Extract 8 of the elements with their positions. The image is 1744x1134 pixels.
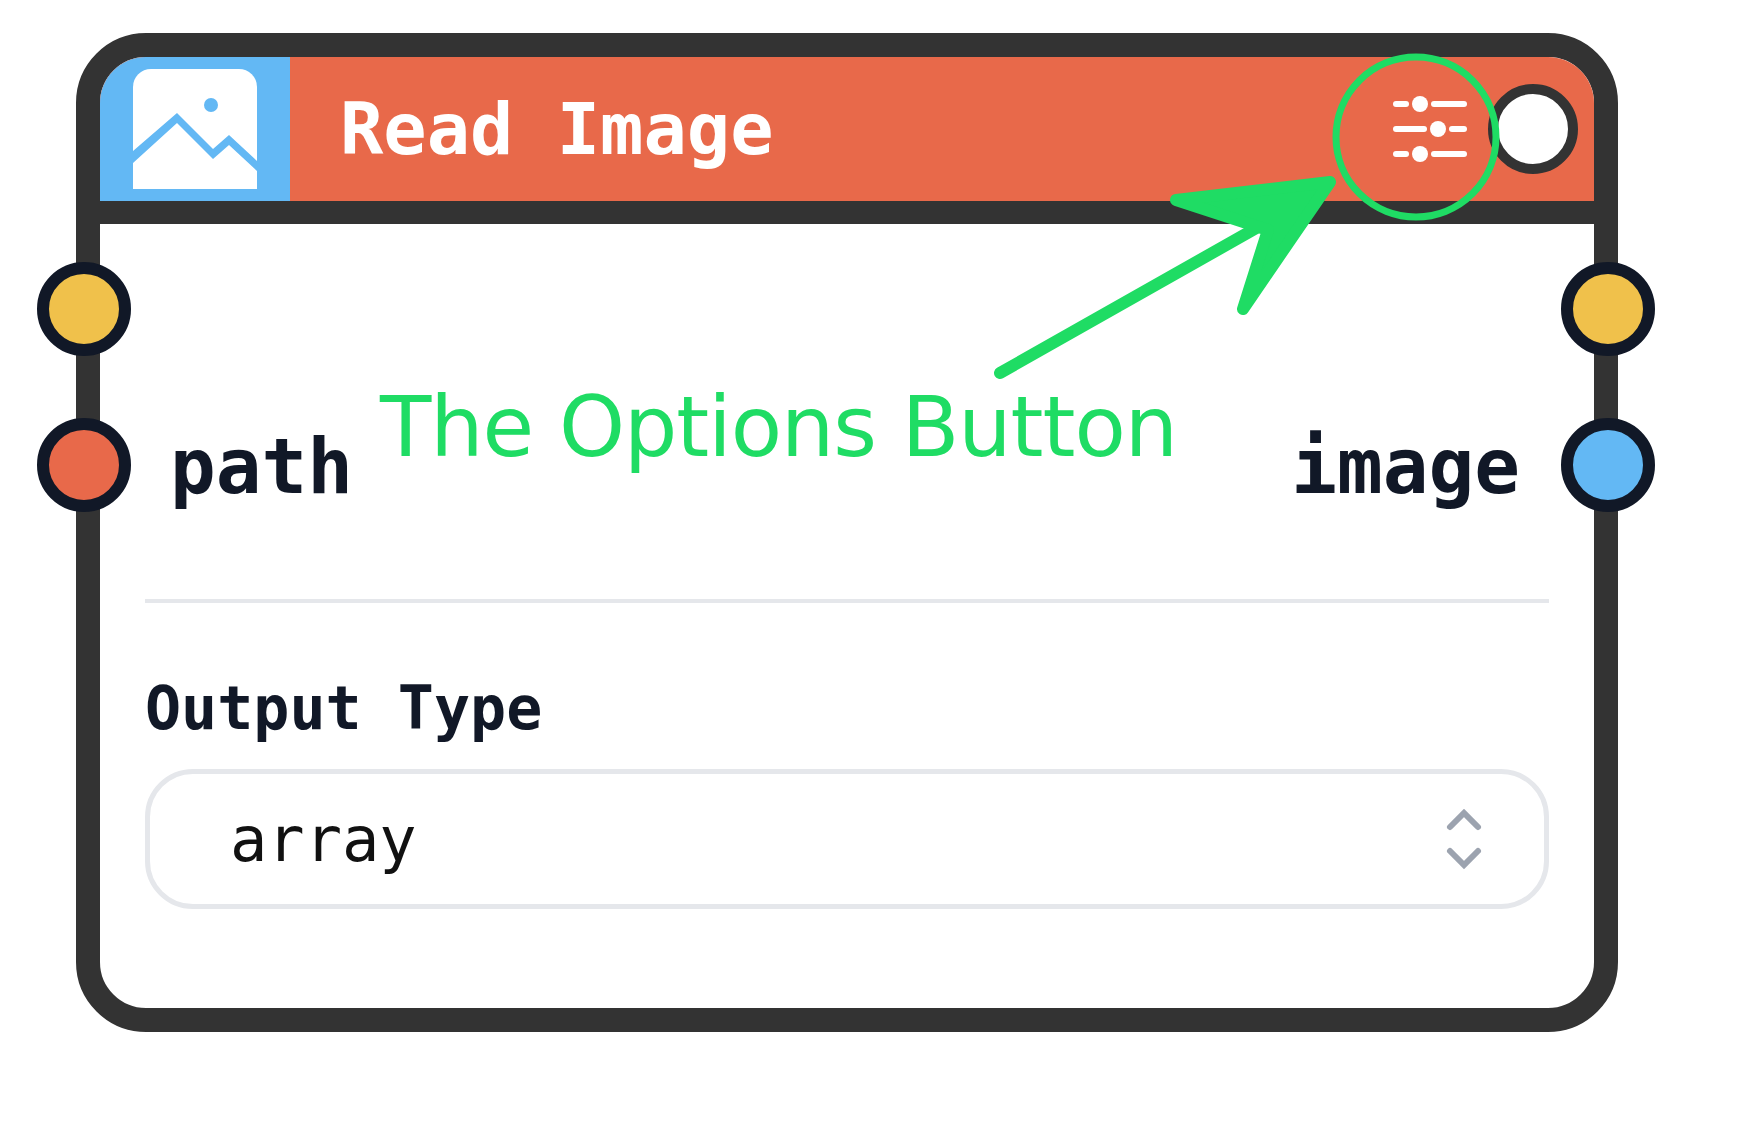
input-label: path	[170, 421, 354, 511]
output-label: image	[1291, 421, 1520, 511]
chevrons-icon	[1444, 807, 1484, 871]
field-label: Output Type	[145, 673, 543, 743]
image-icon	[133, 69, 257, 189]
node-title: Read Image	[340, 87, 775, 171]
output-type-select[interactable]: array	[145, 769, 1549, 909]
annotation-text: The Options Button	[380, 378, 1178, 476]
